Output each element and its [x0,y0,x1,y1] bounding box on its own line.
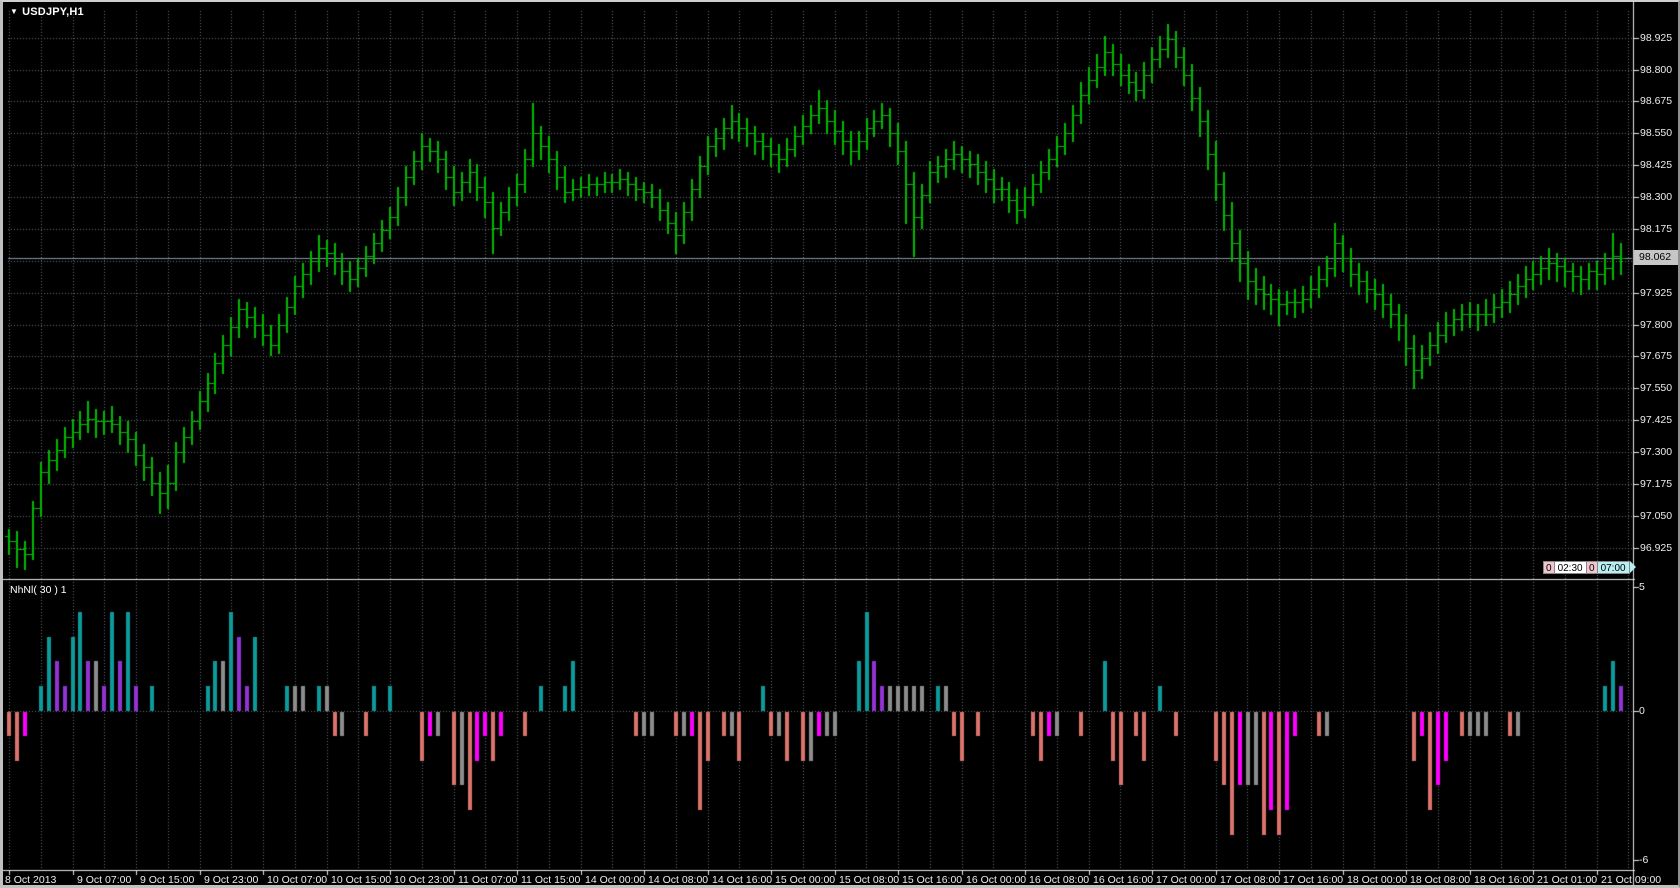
time-axis-label: 14 Oct 16:00 [712,874,773,886]
time-axis-label: 17 Oct 08:00 [1220,874,1281,886]
price-axis-label: 97.550 [1640,382,1673,394]
price-axis-label: 97.800 [1640,319,1673,331]
price-axis-label: 98.675 [1640,95,1673,107]
time-axis-label: 11 Oct 15:00 [521,874,581,886]
tag-count: 0 [1586,561,1597,574]
time-axis-label: 10 Oct 15:00 [331,874,392,886]
time-axis-label: 15 Oct 00:00 [775,874,836,886]
price-axis-label: 98.925 [1640,32,1673,44]
indicator-panel-area[interactable] [8,582,1633,870]
mt4-chart-window: ▼ USDJPY,H1 NhNl( 30 ) 1 98.925 98.800 98.6… [0,0,1680,888]
time-axis-label: 14 Oct 08:00 [648,874,709,886]
time-axis-label: 21 Oct 09:00 [1601,874,1662,886]
time-axis-label: 10 Oct 23:00 [394,874,455,886]
time-axis-label: 15 Oct 08:00 [839,874,900,886]
tag-time: 07:00 [1596,561,1630,574]
current-price-box: 98.062 [1634,250,1678,265]
time-axis-label: 15 Oct 16:00 [902,874,963,886]
price-axis-label: 98.300 [1640,191,1673,203]
time-axis-label: 18 Oct 16:00 [1474,874,1535,886]
price-axis-label: 97.050 [1640,510,1673,522]
price-axis-label: 97.175 [1640,478,1673,490]
time-axis-label: 11 Oct 07:00 [458,874,518,886]
symbol-label-text: USDJPY,H1 [22,6,84,18]
time-axis-label: 18 Oct 08:00 [1410,874,1471,886]
time-axis-label: 14 Oct 00:00 [585,874,646,886]
tag-time: 02:30 [1553,561,1587,574]
price-axis-label: 97.675 [1640,350,1673,362]
indicator-axis-label: -6 [1639,854,1649,866]
price-axis-label: 97.300 [1640,446,1673,458]
time-axis-label: 17 Oct 16:00 [1283,874,1344,886]
indicator-axis-label: 0 [1639,705,1645,717]
time-axis-label: 17 Oct 00:00 [1156,874,1217,886]
time-axis-label: 16 Oct 08:00 [1029,874,1090,886]
time-axis-label: 10 Oct 07:00 [267,874,328,886]
main-chart-area[interactable] [8,10,1633,579]
time-axis-label: 9 Oct 15:00 [140,874,195,886]
tag-arrow-icon [1629,561,1636,573]
price-axis-label: 98.425 [1640,159,1673,171]
symbol-timeframe-label: ▼ USDJPY,H1 [10,5,84,19]
session-marker-tag[interactable]: 0 07:00 [1586,561,1636,574]
time-axis-label: 16 Oct 00:00 [966,874,1027,886]
indicator-axis-label: 5 [1639,581,1645,593]
price-axis-label: 98.550 [1640,127,1673,139]
price-axis-label: 96.925 [1640,542,1673,554]
chevron-down-icon: ▼ [10,7,19,16]
time-axis-label: 21 Oct 01:00 [1537,874,1598,886]
tag-count: 0 [1543,561,1554,574]
time-axis-label: 16 Oct 16:00 [1093,874,1154,886]
time-axis-label: 9 Oct 07:00 [77,874,132,886]
price-axis-label: 98.175 [1640,223,1673,235]
indicator-name-label: NhNl( 30 ) 1 [10,584,67,596]
time-axis-label: 9 Oct 23:00 [204,874,259,886]
time-axis-label: 8 Oct 2013 [5,874,57,886]
price-axis-label: 97.925 [1640,287,1673,299]
price-axis-label: 97.425 [1640,414,1673,426]
price-axis-label: 98.800 [1640,64,1673,76]
time-axis-label: 18 Oct 00:00 [1347,874,1408,886]
